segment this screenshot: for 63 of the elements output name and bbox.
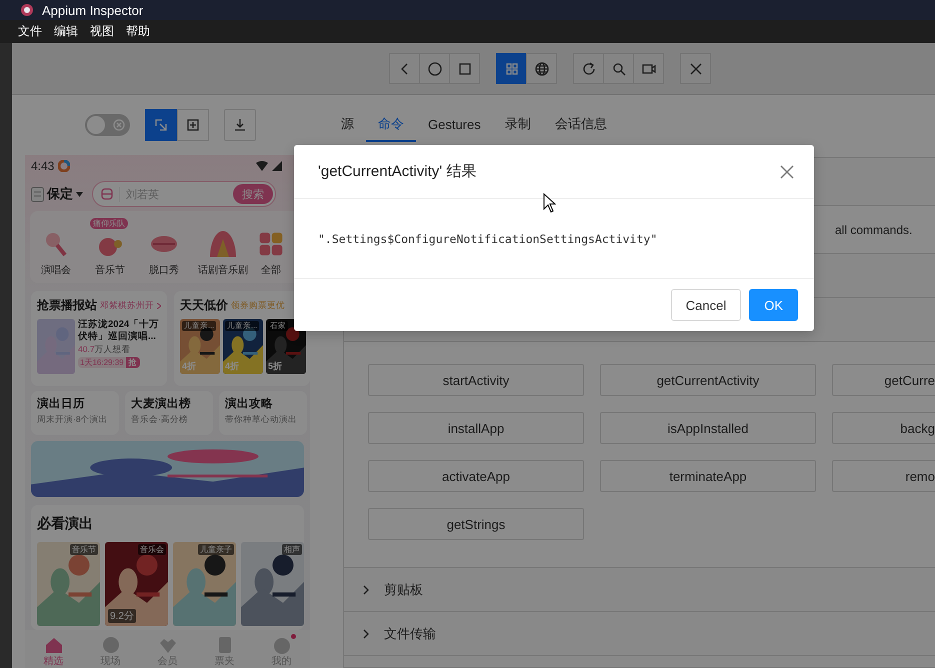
coupon-note: 领券购票更优 xyxy=(231,300,285,312)
ok-button[interactable]: OK xyxy=(749,289,798,321)
collapse-header[interactable]: 剪贴板 xyxy=(344,568,935,612)
wanted-count: 40.7万人想看 xyxy=(78,344,132,356)
menu-item[interactable]: 文件 xyxy=(18,23,42,40)
category-badge: 痛仰乐队 xyxy=(90,218,128,228)
category-label: 脱口秀 xyxy=(149,264,179,276)
command-button[interactable]: backg xyxy=(832,412,935,444)
tab[interactable]: 源 xyxy=(329,108,366,142)
shortcut-title: 演出日历 xyxy=(37,396,86,411)
grab-label: 抢 xyxy=(126,357,140,368)
command-button[interactable]: terminateApp xyxy=(600,460,816,492)
category-item[interactable]: 演唱会 xyxy=(30,218,82,276)
section-title: 剪贴板 xyxy=(384,580,423,598)
command-button[interactable]: activateApp xyxy=(368,460,584,492)
result-text: ".Settings$ConfigureNotificationSettingsActivity" xyxy=(318,232,658,246)
section-title: 文件传输 xyxy=(384,624,436,642)
menu-item[interactable]: 视图 xyxy=(90,23,114,40)
category-label: 全部 xyxy=(261,264,281,276)
show-title: 汪苏泷2024「十万伏特」巡回演唱... xyxy=(78,319,160,343)
shortcut-subtitle: 音乐会·高分榜 xyxy=(131,414,189,426)
shortcut-card[interactable]: 演出攻略 带你种草心动演出 xyxy=(219,391,307,435)
command-button[interactable]: startActivity xyxy=(368,364,584,396)
category-item[interactable]: 全部 xyxy=(256,218,286,276)
category-label: 话剧音乐剧 xyxy=(198,264,248,276)
shortcut-subtitle: 周末开演·8个演出 xyxy=(37,414,109,426)
city-selector[interactable]: 保定 xyxy=(47,185,73,203)
shortcut-title: 大麦演出榜 xyxy=(131,396,192,411)
countdown-time: 1天16:29:39 xyxy=(79,357,125,368)
shortcut-title: 演出攻略 xyxy=(225,396,274,411)
command-button[interactable]: getCurrentActivity xyxy=(600,364,816,396)
tab[interactable]: Gestures xyxy=(416,108,493,142)
dialog-title: 'getCurrentActivity' 结果 xyxy=(318,162,476,181)
ticket-news-card[interactable]: 抢票播报站 邓紫棋苏州开 汪苏泷2024「十万伏特」巡回演唱... 40.7万人想看 1天16:29:39 抢 xyxy=(31,291,167,386)
window-title: Appium Inspector xyxy=(42,2,144,18)
command-button[interactable]: getStrings xyxy=(368,508,584,540)
card-title: 抢票播报站 xyxy=(37,297,97,314)
tab[interactable]: 录制 xyxy=(492,108,543,142)
command-button[interactable]: installApp xyxy=(368,412,584,444)
shortcut-card[interactable]: 大麦演出榜 音乐会·高分榜 xyxy=(125,391,213,435)
discount-label: 5折 xyxy=(268,360,282,373)
category-item[interactable]: 话剧音乐剧 xyxy=(193,218,253,276)
category-label: 音乐节 xyxy=(95,264,125,276)
command-button[interactable]: getCurre xyxy=(832,364,935,396)
category-label: 演唱会 xyxy=(41,264,71,276)
info-text: all commands. xyxy=(835,222,912,236)
tab[interactable]: 命令 xyxy=(366,108,416,142)
section-title: 必看演出 xyxy=(37,515,94,533)
tab[interactable]: 会话信息 xyxy=(542,108,619,142)
discount-label: 4折 xyxy=(182,360,196,373)
category-item[interactable]: 痛仰乐队 音乐节 xyxy=(85,218,135,276)
command-button[interactable]: isAppInstalled xyxy=(600,412,816,444)
shortcut-card[interactable]: 演出日历 周末开演·8个演出 xyxy=(31,391,119,435)
cancel-button[interactable]: Cancel xyxy=(670,289,742,321)
discount-label: 4折 xyxy=(225,360,240,373)
shortcut-subtitle: 带你种草心动演出 xyxy=(225,414,298,426)
collapse-header[interactable]: 文件传输 xyxy=(344,612,935,656)
card-title: 天天低价 xyxy=(180,297,228,314)
menu-item[interactable]: 编辑 xyxy=(54,23,78,40)
menu-item[interactable]: 帮助 xyxy=(126,23,150,40)
status-time: 4:43 xyxy=(31,159,54,173)
command-button[interactable]: remo xyxy=(832,460,935,492)
category-item[interactable]: 脱口秀 xyxy=(138,218,190,276)
